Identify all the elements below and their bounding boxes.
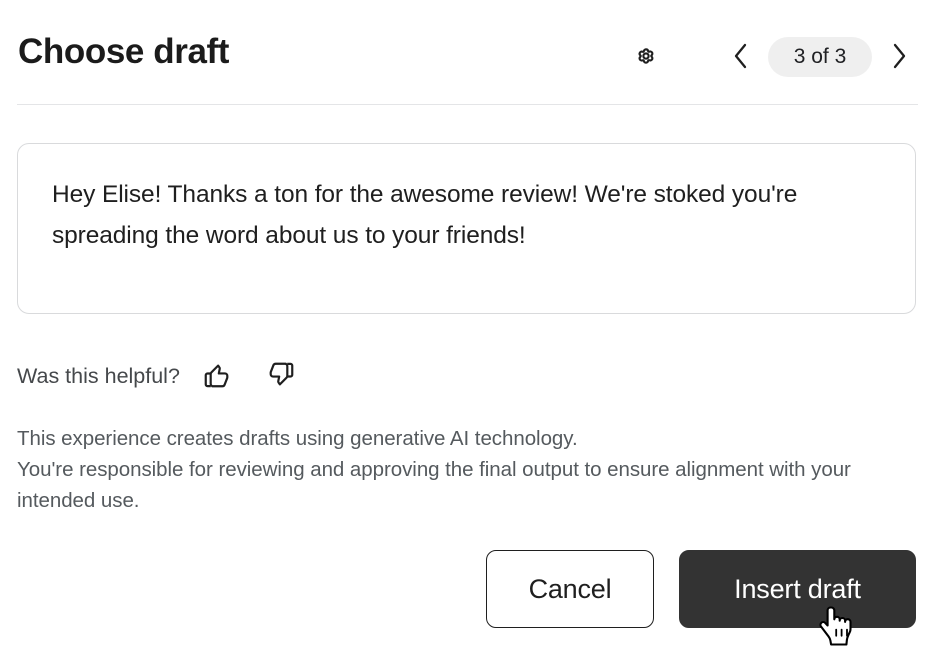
draft-text-card[interactable]: Hey Elise! Thanks a ton for the awesome … bbox=[17, 143, 916, 314]
insert-draft-button[interactable]: Insert draft bbox=[679, 550, 916, 628]
disclaimer-line-1: This experience creates drafts using gen… bbox=[17, 427, 578, 450]
cancel-button[interactable]: Cancel bbox=[486, 550, 654, 628]
thumbs-down-button[interactable] bbox=[260, 356, 302, 396]
page-title: Choose draft bbox=[18, 32, 230, 71]
dialog-header: Choose draft 3 of 3 bbox=[0, 0, 934, 105]
gear-icon bbox=[631, 41, 661, 74]
feedback-label: Was this helpful? bbox=[17, 363, 180, 388]
previous-draft-button[interactable] bbox=[722, 35, 760, 79]
chevron-right-icon bbox=[887, 40, 911, 75]
feedback-row: Was this helpful? bbox=[17, 356, 302, 396]
thumbs-up-icon bbox=[202, 360, 232, 393]
settings-button[interactable] bbox=[624, 35, 668, 79]
ai-disclaimer: This experience creates drafts using gen… bbox=[17, 423, 897, 516]
dialog-footer: Cancel Insert draft bbox=[0, 550, 934, 628]
chevron-left-icon bbox=[729, 40, 753, 75]
disclaimer-line-2: You're responsible for reviewing and app… bbox=[17, 458, 851, 512]
draft-body-text: Hey Elise! Thanks a ton for the awesome … bbox=[52, 181, 798, 249]
header-controls: 3 of 3 bbox=[624, 33, 918, 81]
header-divider bbox=[17, 104, 918, 105]
thumbs-up-button[interactable] bbox=[196, 356, 238, 396]
next-draft-button[interactable] bbox=[880, 35, 918, 79]
thumbs-down-icon bbox=[266, 360, 296, 393]
draft-pager-indicator[interactable]: 3 of 3 bbox=[768, 37, 872, 77]
